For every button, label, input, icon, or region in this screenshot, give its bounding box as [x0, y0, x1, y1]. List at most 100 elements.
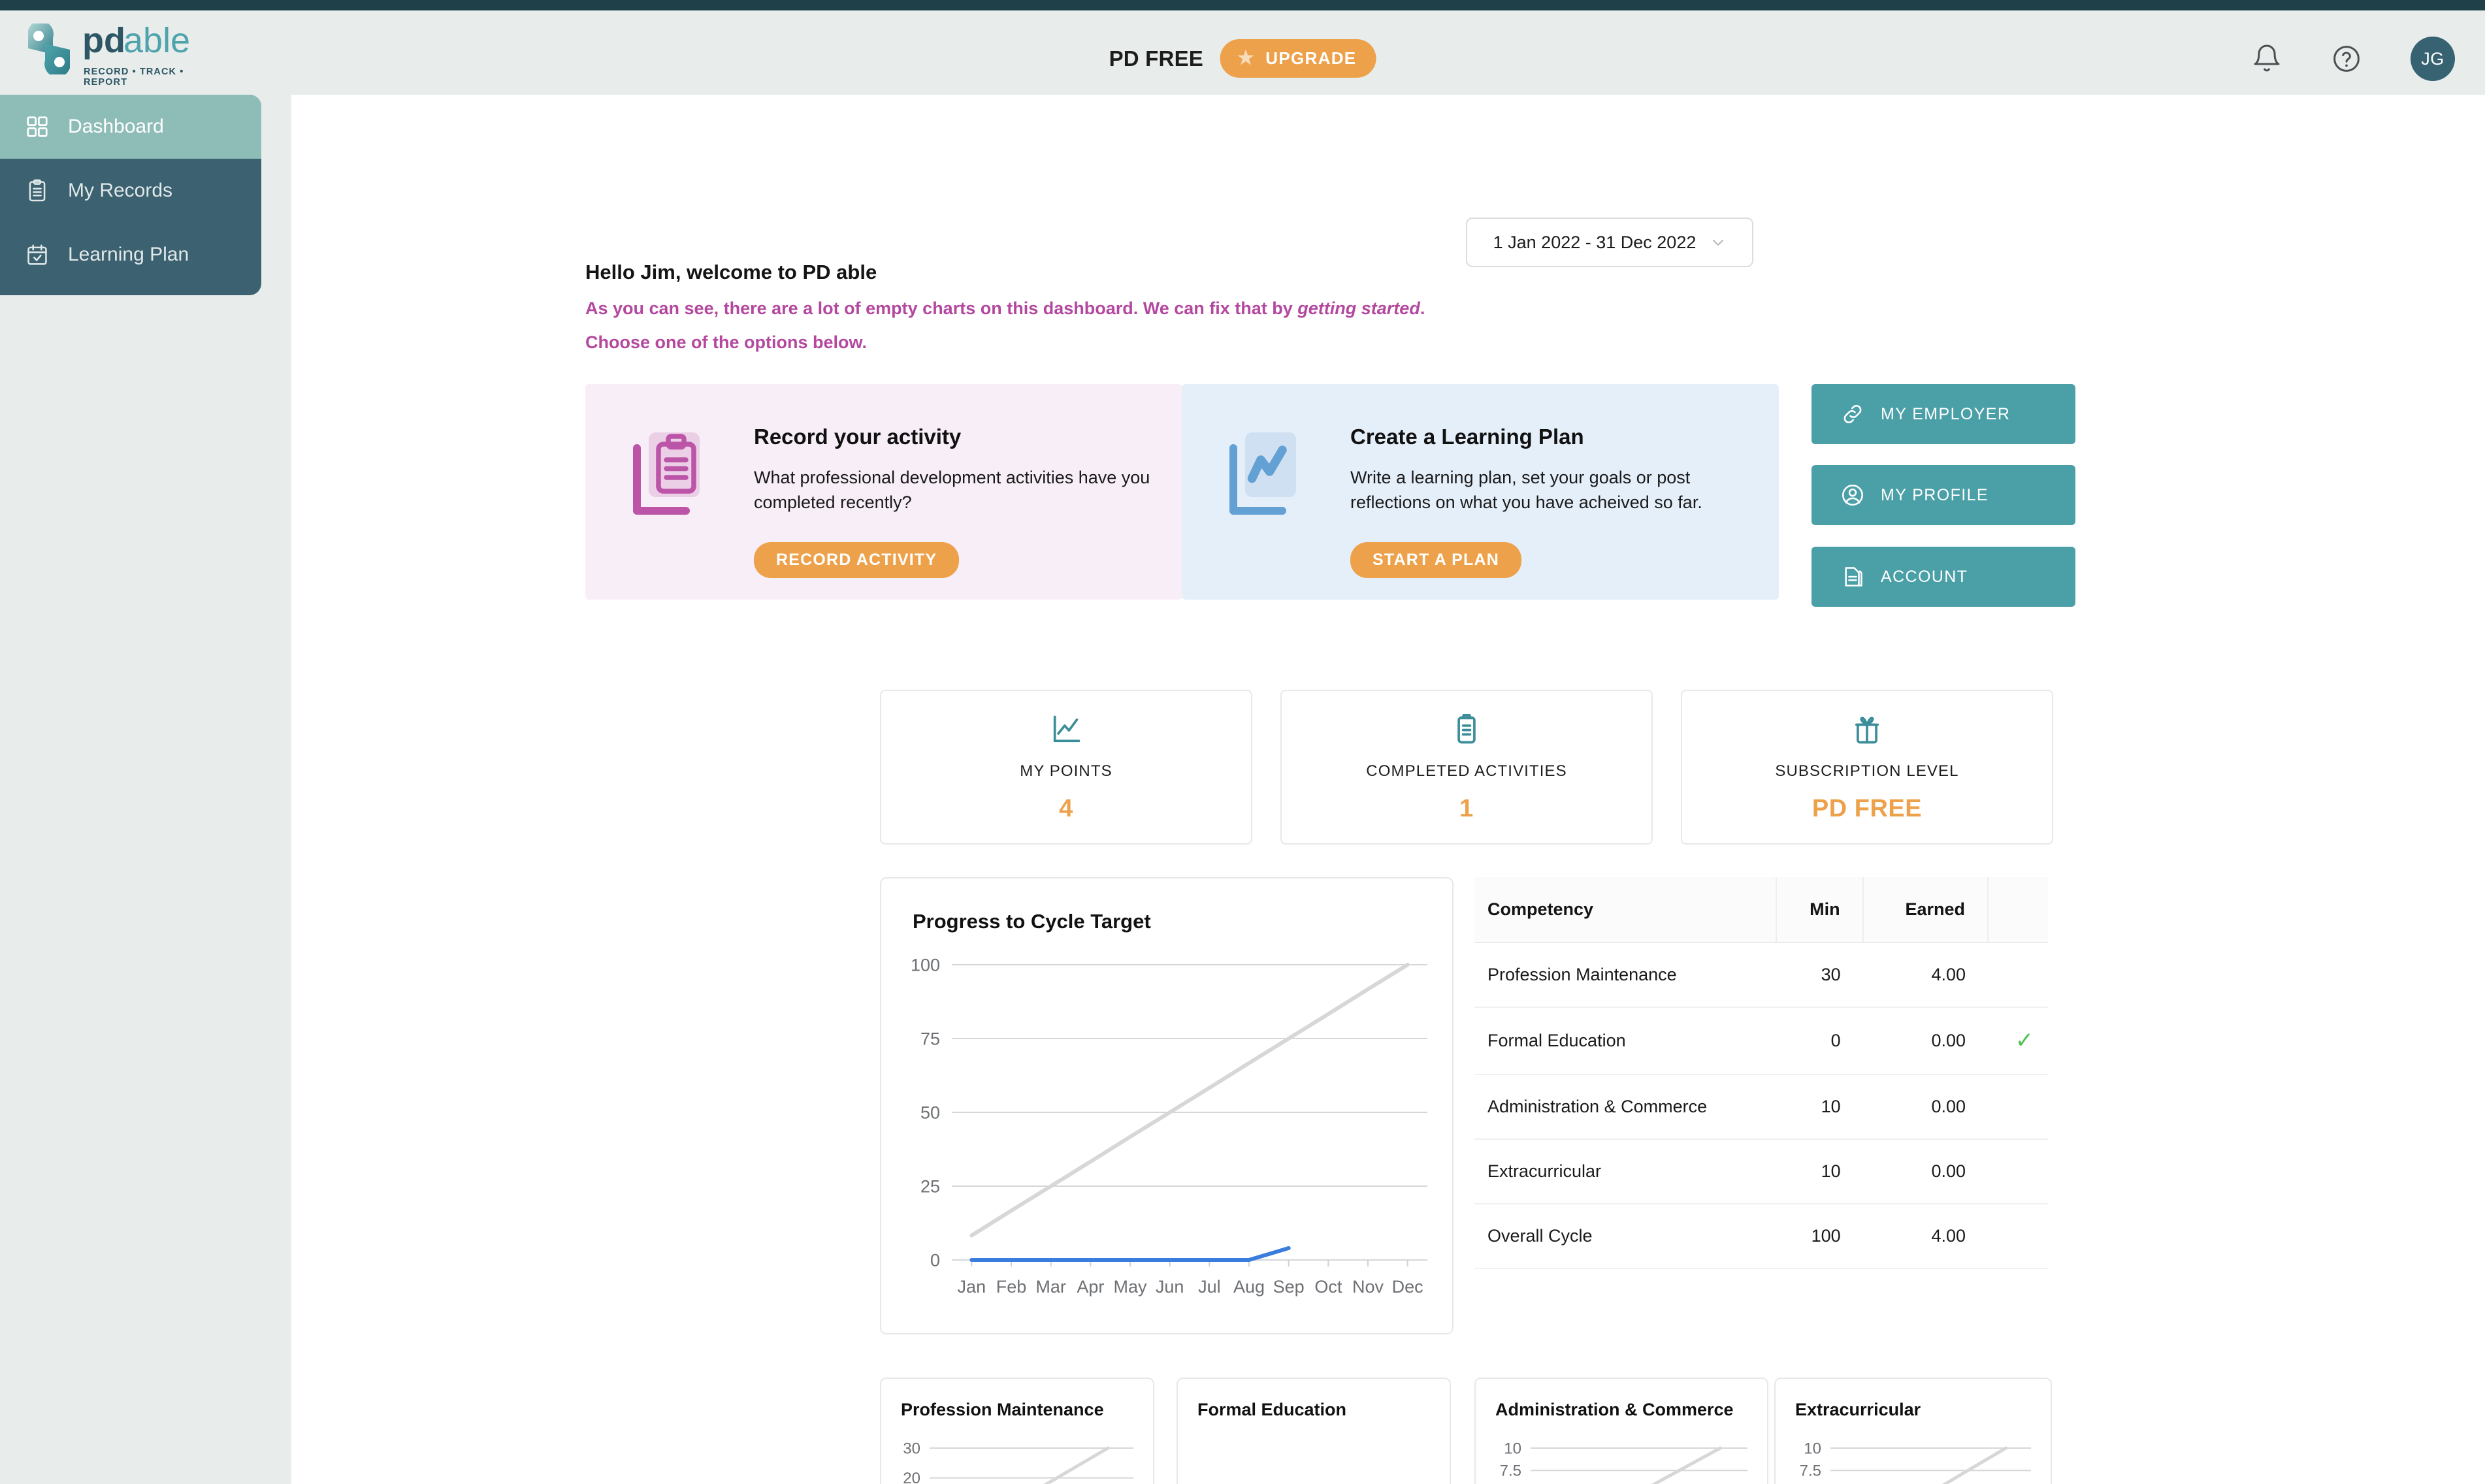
stat-label: SUBSCRIPTION LEVEL [1775, 762, 1959, 780]
svg-text:Jul: Jul [1198, 1277, 1221, 1297]
table-row: Overall Cycle 100 4.00 [1474, 1204, 2048, 1269]
cell-earned: 4.00 [1862, 943, 1988, 1008]
cell-competency: Formal Education [1474, 1007, 1776, 1075]
main-content: 1 Jan 2022 - 31 Dec 2022 Hello Jim, welc… [291, 95, 2452, 1484]
svg-text:Oct: Oct [1314, 1277, 1342, 1297]
svg-text:Aug: Aug [1233, 1277, 1265, 1297]
date-range-value: 1 Jan 2022 - 31 Dec 2022 [1493, 232, 1697, 252]
svg-text:10: 10 [1804, 1440, 1821, 1457]
cell-min: 100 [1776, 1204, 1863, 1269]
quick-button-label: ACCOUNT [1881, 567, 1968, 586]
grid-icon [27, 116, 48, 137]
avatar[interactable]: JG [2411, 37, 2455, 81]
brand-tagline: RECORD • TRACK • REPORT [84, 67, 184, 88]
stat-value: 4 [1059, 795, 1073, 822]
cell-competency: Profession Maintenance [1474, 943, 1776, 1008]
chart-title: Formal Education [1197, 1400, 1347, 1419]
svg-text:7.5: 7.5 [1500, 1462, 1521, 1480]
chart-title: Administration & Commerce [1495, 1400, 1734, 1419]
bell-icon[interactable] [2251, 43, 2282, 74]
upgrade-button-label: UPGRADE [1265, 48, 1357, 68]
cell-min: 10 [1776, 1074, 1863, 1140]
stat-card-completed-activities: COMPLETED ACTIVITIES 1 [1280, 690, 1653, 845]
progress-to-cycle-target-chart: Progress to Cycle Target 0 25 50 75 100 Jan Fe… [880, 877, 1454, 1334]
svg-text:25: 25 [920, 1176, 940, 1196]
top-accent-bar [0, 0, 2485, 10]
chart-title: Profession Maintenance [901, 1400, 1104, 1419]
cell-competency: Administration & Commerce [1474, 1074, 1776, 1140]
cell-status [1988, 1139, 2048, 1204]
chart-canvas: 02.557.510JanAprJulOct [1800, 1440, 2031, 1484]
quick-button-label: MY PROFILE [1881, 485, 1989, 504]
chart-canvas: 0 25 50 75 100 Jan Feb Mar Apr May Jun Jul Aug Sep Oct… [911, 955, 1427, 1297]
check-icon: ✓ [2015, 1028, 2034, 1053]
svg-text:20: 20 [903, 1470, 920, 1484]
app-header: pd able RECORD • TRACK • REPORT PD FREE … [0, 10, 2485, 95]
date-range-selector[interactable]: 1 Jan 2022 - 31 Dec 2022 [1466, 218, 1753, 267]
cell-min: 30 [1776, 943, 1863, 1008]
sidebar-nav: Dashboard My Records Learning Plan [0, 95, 261, 295]
cell-min: 0 [1776, 1007, 1863, 1075]
svg-text:Jan: Jan [958, 1277, 986, 1297]
svg-text:Mar: Mar [1035, 1277, 1066, 1297]
svg-text:able: able [123, 22, 190, 60]
sidebar-item-label: My Records [68, 180, 173, 201]
current-plan-label: PD FREE [1109, 46, 1203, 71]
cell-competency: Extracurricular [1474, 1139, 1776, 1204]
cell-earned: 4.00 [1862, 1204, 1988, 1269]
competency-table: Competency Min Earned Profession Mainten… [1474, 877, 2048, 1269]
sidebar-item-dashboard[interactable]: Dashboard [0, 95, 261, 159]
table-row: Formal Education 0 0.00 ✓ [1474, 1007, 2048, 1075]
link-icon [1843, 405, 1862, 423]
card-body: What professional development activities… [754, 468, 1150, 513]
cell-min: 10 [1776, 1139, 1863, 1204]
table-row: Profession Maintenance 30 4.00 [1474, 943, 2048, 1008]
table-row: Extracurricular 10 0.00 [1474, 1139, 2048, 1204]
upgrade-button[interactable]: ★ UPGRADE [1220, 39, 1376, 78]
stat-label: COMPLETED ACTIVITIES [1366, 762, 1567, 780]
stat-label: MY POINTS [1020, 762, 1113, 780]
help-circle-icon[interactable] [2331, 43, 2362, 74]
sidebar-item-label: Learning Plan [68, 244, 189, 265]
chart-canvas: 0102030JanAprJulOct [903, 1440, 1133, 1484]
account-button[interactable]: ACCOUNT [1811, 547, 2075, 607]
svg-text:Apr: Apr [1077, 1277, 1104, 1297]
my-profile-button[interactable]: MY PROFILE [1811, 465, 2075, 525]
record-activity-button[interactable]: RECORD ACTIVITY [754, 542, 960, 578]
start-a-plan-button[interactable]: START A PLAN [1350, 542, 1522, 578]
chart-title: Extracurricular [1795, 1400, 1921, 1419]
left-rail [0, 95, 291, 1484]
svg-text:10: 10 [1504, 1440, 1521, 1457]
user-circle-icon [1842, 485, 1863, 506]
my-employer-button[interactable]: MY EMPLOYER [1811, 384, 2075, 444]
svg-text:30: 30 [903, 1440, 920, 1457]
brand-logo[interactable]: pd able RECORD • TRACK • REPORT [25, 21, 190, 88]
mini-chart-administration-commerce: Administration & Commerce 02.557.510JanA… [1474, 1378, 1768, 1484]
mini-chart-profession-maintenance: Profession Maintenance 0102030JanAprJulO… [880, 1378, 1154, 1484]
header-actions: JG [2251, 37, 2455, 81]
chevron-down-icon [1713, 240, 1724, 246]
col-min: Min [1775, 877, 1863, 943]
svg-text:0: 0 [930, 1250, 940, 1270]
svg-text:Sep: Sep [1273, 1277, 1305, 1297]
chart-title: Progress to Cycle Target [913, 910, 1151, 933]
col-earned: Earned [1862, 877, 1988, 943]
svg-text:May: May [1113, 1277, 1147, 1297]
svg-text:Jun: Jun [1156, 1277, 1184, 1297]
getting-started-link[interactable]: getting started [1297, 298, 1420, 318]
cell-status [1988, 943, 2048, 1008]
sidebar-item-learning-plan[interactable]: Learning Plan [0, 223, 261, 287]
intro-text-b: . [1420, 298, 1425, 318]
sidebar-item-my-records[interactable]: My Records [0, 159, 261, 223]
learning-plan-card: Create a Learning Plan Write a learning … [1182, 384, 1779, 600]
app-root: pd able RECORD • TRACK • REPORT PD FREE … [0, 0, 2485, 1484]
svg-text:Feb: Feb [996, 1277, 1027, 1297]
record-activity-card: Record your activity What professional d… [585, 384, 1182, 600]
cell-earned: 0.00 [1862, 1007, 1988, 1075]
svg-text:75: 75 [920, 1029, 940, 1048]
svg-text:pd: pd [82, 22, 125, 60]
page-title: Hello Jim, welcome to PD able [585, 261, 877, 283]
col-competency: Competency [1474, 877, 1776, 943]
mini-chart-extracurricular: Extracurricular 02.557.510JanAprJulOct [1774, 1378, 2052, 1484]
line-chart-icon [1053, 715, 1080, 743]
